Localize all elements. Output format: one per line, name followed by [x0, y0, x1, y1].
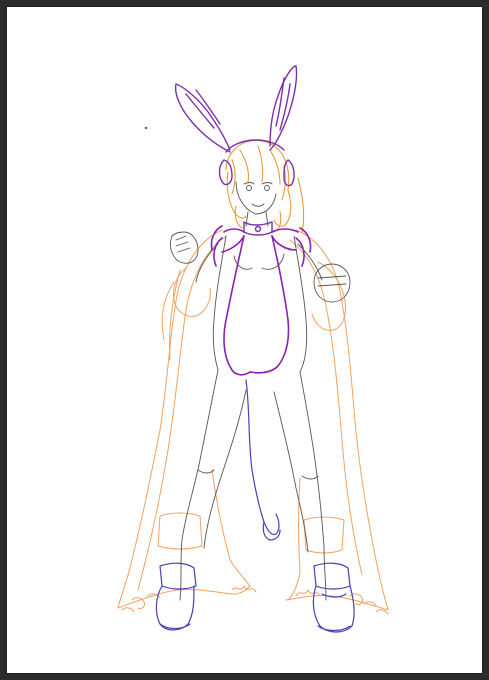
- stray-dot: [144, 126, 148, 130]
- sketch-artwork: [117, 65, 389, 633]
- canvas-area[interactable]: [0, 0, 489, 680]
- drawing-app: [0, 0, 489, 680]
- body-sketch: [169, 181, 351, 601]
- bunny-ears-sketch: [174, 65, 298, 236]
- drawing-paper[interactable]: [7, 7, 482, 673]
- coat-sketch: [117, 229, 389, 615]
- tail-and-boots-sketch: [155, 379, 355, 633]
